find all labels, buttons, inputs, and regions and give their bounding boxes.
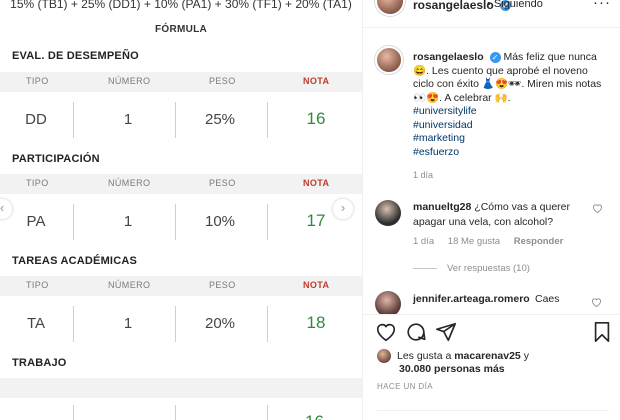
comment-like-button[interactable]	[591, 297, 602, 310]
header-tipo: TIPO	[26, 178, 49, 188]
view-replies-label: Ver respuestas (10)	[447, 263, 530, 274]
cell-nota: 18	[306, 313, 326, 332]
likes-prefix: Les gusta a	[397, 350, 452, 362]
following-status[interactable]: • Siguiendo	[487, 0, 543, 10]
cell-tipo: DD	[25, 111, 47, 128]
section-title: EVAL. DE DESEMPEÑO	[12, 50, 139, 62]
section-title: TRABAJO	[12, 357, 67, 369]
table-header: TIPO NÚMERO PESO NOTA	[0, 72, 362, 92]
header-nota: NOTA	[303, 76, 330, 86]
avatar[interactable]	[375, 0, 405, 16]
section-title: TAREAS ACADÉMICAS	[12, 255, 138, 267]
heart-icon	[591, 298, 602, 308]
post-image: 15% (TB1) + 25% (DD1) + 10% (PA1) + 30% …	[0, 0, 362, 420]
header-peso: PESO	[209, 178, 236, 188]
hashtag-link[interactable]: #universitylife	[413, 105, 611, 119]
header-numero: NÚMERO	[108, 178, 151, 188]
header-peso: PESO	[209, 280, 236, 290]
carousel-next-button[interactable]: ›	[333, 199, 353, 219]
bookmark-icon[interactable]	[591, 321, 613, 343]
cell-peso: 10%	[204, 213, 236, 230]
post-author-username[interactable]: rosangelaeslo	[413, 0, 494, 12]
section-title: PARTICIPACIÓN	[12, 153, 100, 165]
heart-icon	[592, 204, 603, 214]
avatar[interactable]	[377, 349, 391, 364]
comment-likes[interactable]: 18 Me gusta	[448, 236, 500, 247]
post-side-panel: rosangelaeslo ✓ • Siguiendo ··· rosangel…	[362, 0, 620, 420]
likes-count[interactable]: 30.080 personas más	[399, 363, 505, 375]
table-row: TA 1 20% 18	[0, 306, 362, 342]
comment-username[interactable]: manueltg28	[413, 201, 471, 213]
comment-icon[interactable]	[405, 321, 427, 343]
caption-timestamp[interactable]: 1 día	[413, 170, 433, 180]
cell-numero: 1	[123, 111, 133, 128]
table-header: TIPO NÚMERO PESO NOTA	[0, 276, 362, 296]
post-caption: rosangelaeslo ✓ Más feliz que nunca 😄. L…	[413, 51, 611, 159]
caption-username[interactable]: rosangelaeslo	[413, 51, 484, 63]
cell-peso: 20%	[204, 315, 236, 332]
comment-time[interactable]: 1 día	[413, 236, 434, 247]
hashtag-link[interactable]: #marketing	[413, 132, 611, 146]
cell-nota: 16	[306, 109, 326, 128]
header-peso: PESO	[209, 76, 236, 86]
verified-icon: ✓	[489, 51, 501, 63]
header-nota: NOTA	[303, 280, 330, 290]
comment-text: Caes	[535, 293, 560, 305]
post-header: rosangelaeslo ✓ • Siguiendo ···	[363, 0, 620, 28]
comment-like-button[interactable]	[592, 203, 603, 216]
formula-label: FÓRMULA	[154, 24, 208, 35]
formula-text: 15% (TB1) + 25% (DD1) + 10% (PA1) + 30% …	[10, 0, 352, 11]
post-actions: Les gusta a macarenav25 y 30.080 persona…	[363, 314, 620, 420]
hashtag-link[interactable]: #universidad	[413, 119, 611, 133]
hashtag-link[interactable]: #esfuerzo	[413, 146, 611, 160]
cell-numero: 1	[123, 213, 133, 230]
post-timestamp[interactable]: HACE UN DÍA	[377, 382, 433, 391]
heart-icon[interactable]	[375, 321, 397, 343]
cell-tipo: PA	[26, 213, 46, 230]
comment-username[interactable]: jennifer.arteaga.romero	[413, 293, 530, 305]
cell-peso: 25%	[204, 111, 236, 128]
table-row: PA 1 10% 17	[0, 204, 362, 240]
table-header	[0, 378, 362, 398]
reply-button[interactable]: Responder	[514, 236, 564, 247]
table-row: DD 1 25% 16	[0, 102, 362, 138]
cell-numero: 1	[123, 315, 133, 332]
avatar[interactable]	[375, 200, 401, 226]
more-icon[interactable]: ···	[593, 0, 611, 11]
likes-and: y	[523, 350, 529, 362]
header-numero: NÚMERO	[108, 76, 151, 86]
table-header: TIPO NÚMERO PESO NOTA	[0, 174, 362, 194]
comment-meta: 1 día 18 Me gusta Responder	[413, 236, 574, 247]
add-comment-row[interactable]	[377, 410, 609, 420]
likes-summary: Les gusta a macarenav25 y	[377, 349, 529, 364]
header-nota: NOTA	[303, 178, 330, 188]
cell-tipo: TA	[26, 315, 46, 332]
view-replies-button[interactable]: Ver respuestas (10)	[413, 263, 530, 274]
share-icon[interactable]	[435, 321, 457, 343]
header-tipo: TIPO	[26, 76, 49, 86]
header-numero: NÚMERO	[108, 280, 151, 290]
avatar[interactable]	[375, 46, 403, 74]
header-tipo: TIPO	[26, 280, 49, 290]
likes-user[interactable]: macarenav25	[454, 350, 521, 362]
